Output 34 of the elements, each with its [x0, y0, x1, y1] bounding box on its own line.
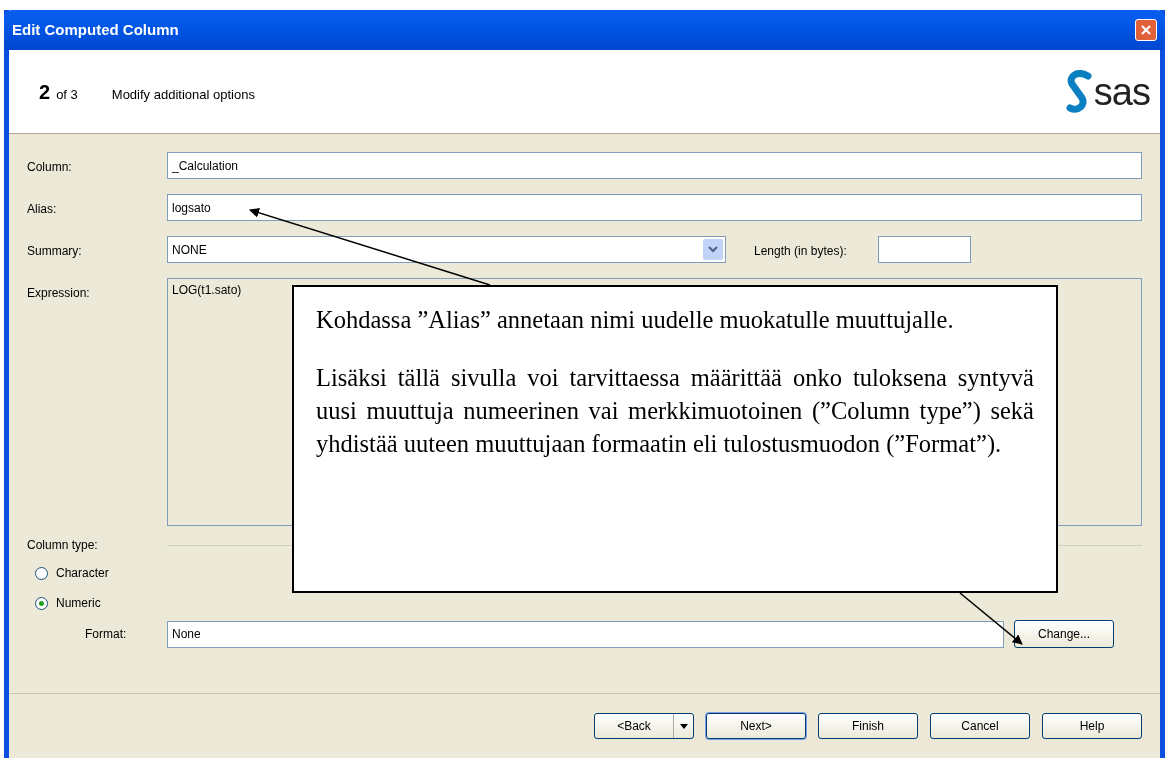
field-label: Column: [27, 159, 73, 176]
field-label: Summary: [27, 243, 83, 260]
chevron-icon [703, 239, 723, 260]
radio-label: Character [56, 565, 109, 582]
text-field[interactable]: _Calculation [167, 152, 1142, 179]
dialog-button[interactable]: Help [1042, 713, 1142, 739]
step-total: of 3 [56, 85, 78, 104]
section-label: Column type: [27, 537, 99, 554]
back-button[interactable]: <Back [594, 713, 694, 739]
radio-button[interactable] [35, 596, 48, 610]
radio-button[interactable] [35, 566, 48, 580]
text-field[interactable]: logsato [167, 194, 1142, 221]
summary-dropdown[interactable]: NONE [167, 236, 726, 263]
dialog-button[interactable]: Next> [706, 713, 806, 739]
field-label: Expression: [27, 285, 91, 302]
radio-label: Numeric [56, 595, 101, 612]
field-label: Length (in bytes): [754, 243, 848, 260]
dialog-button[interactable]: Cancel [930, 713, 1030, 739]
window-title: Edit Computed Column [12, 19, 179, 40]
length-field[interactable] [878, 236, 971, 263]
callout-text: Lisäksi tällä sivulla voi tarvittaessa määrittää onko tuloksena syntyvä uusi muuttuja numeerinen vai merkkimuotoinen (”Column type”) sekä yhdistää uuteen muuttujaan formaatin eli tulostusmuodon (”Format”). [316, 363, 1034, 460]
field-label: Alias: [27, 201, 58, 218]
caret-icon [679, 723, 688, 729]
field-label: Format: [84, 626, 128, 643]
logo-swoosh-icon [1063, 69, 1094, 114]
dialog-button[interactable]: Finish [818, 713, 918, 739]
logo-text: sas [1093, 72, 1150, 111]
step-number: 2 [39, 79, 51, 105]
callout-text: Kohdassa ”Alias” annetaan nimi uudelle muokatulle muuttujalle. [316, 305, 955, 335]
change-button[interactable]: Change... [1014, 620, 1114, 648]
format-field[interactable]: None [167, 620, 1004, 648]
close-icon [1140, 24, 1152, 36]
close-button[interactable] [1135, 19, 1157, 41]
step-subtitle: Modify additional options [111, 85, 255, 104]
